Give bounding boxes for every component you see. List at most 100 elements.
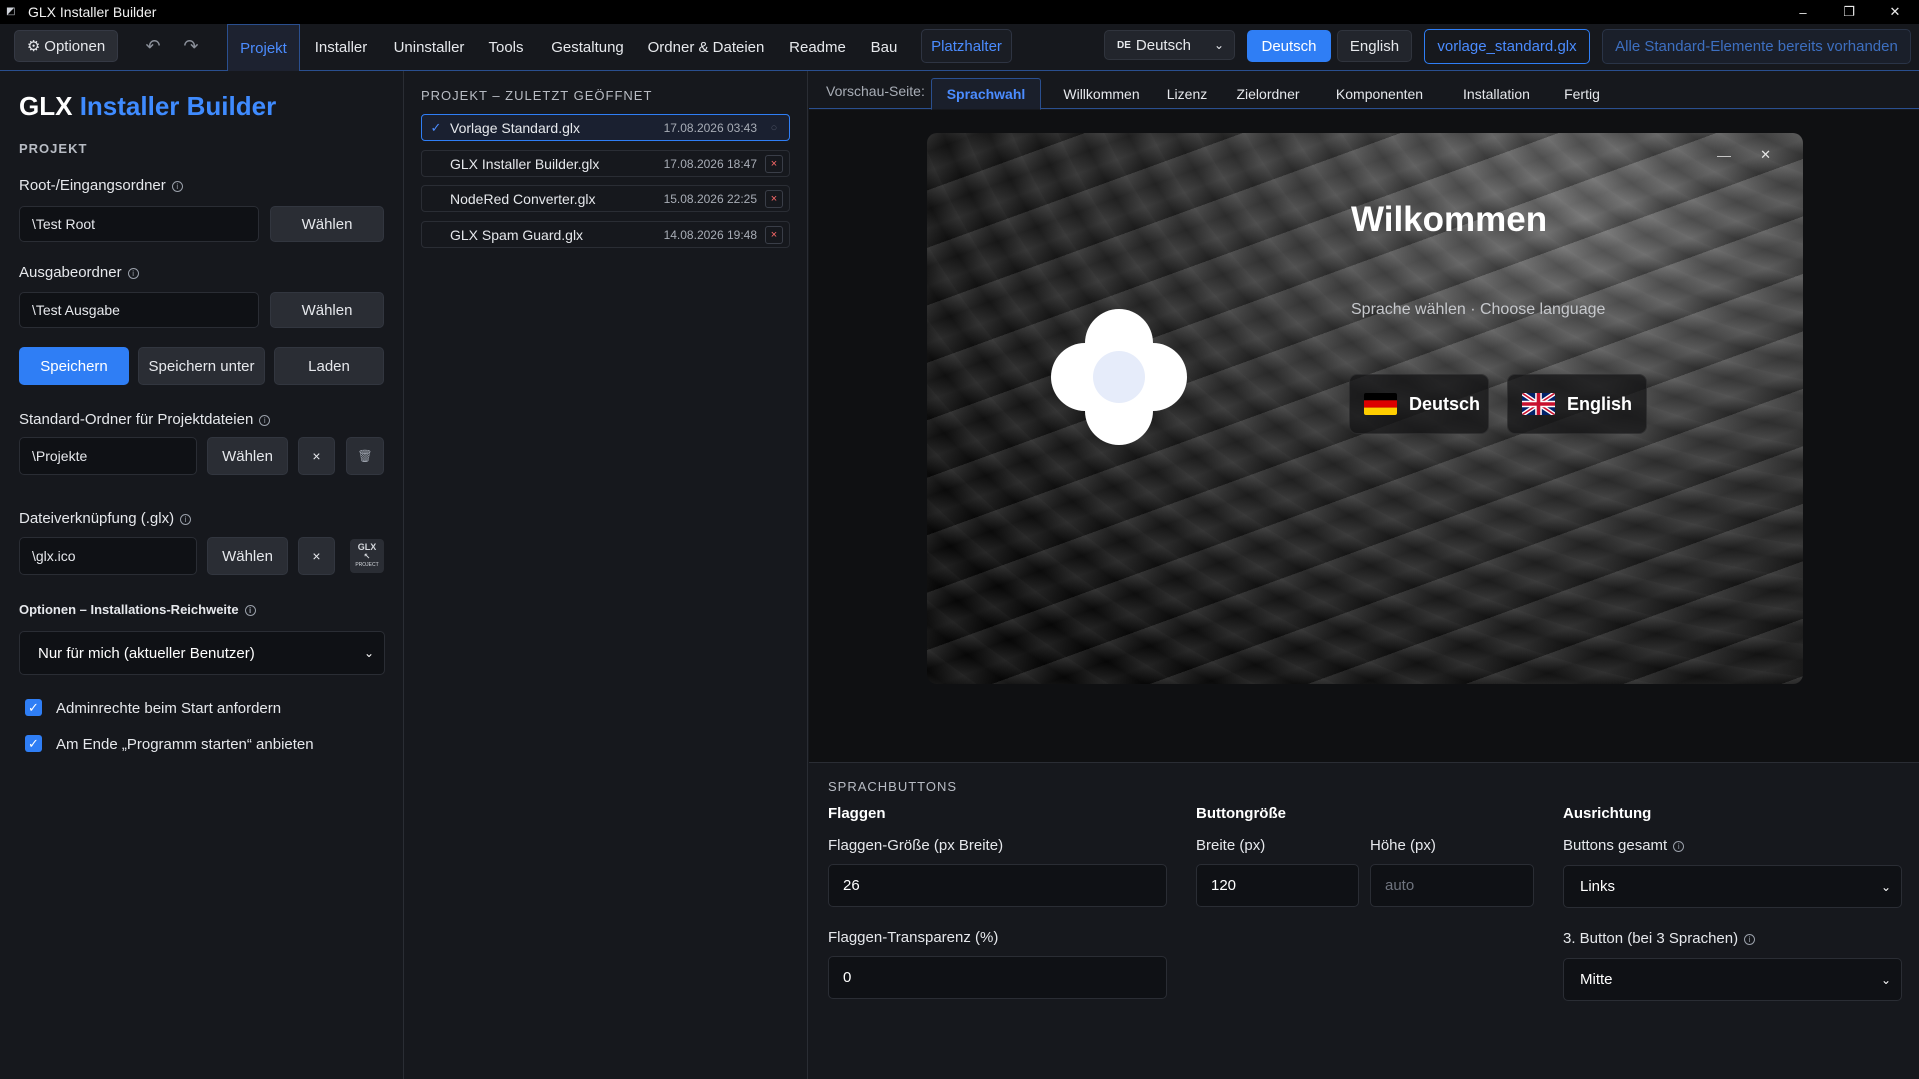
- file-link-label: Dateiverknüpfung (.glx) i: [19, 510, 192, 527]
- tab-installer[interactable]: Installer: [307, 24, 375, 71]
- recent-project-item[interactable]: NodeRed Converter.glx 15.08.2026 22:25 ×: [421, 185, 790, 212]
- third-button-select[interactable]: Mitte ⌄: [1563, 958, 1902, 1001]
- preview-tab-sprachwahl[interactable]: Sprachwahl: [931, 78, 1041, 110]
- install-scope-title: Optionen – Installations-Reichweite i: [19, 602, 256, 617]
- close-icon[interactable]: ✕: [1872, 0, 1918, 24]
- preview-tab-zielordner[interactable]: Zielordner: [1226, 78, 1310, 109]
- tab-uninstaller[interactable]: Uninstaller: [385, 24, 473, 71]
- main-toolbar: ⚙ Optionen ↶ ↷ Projekt Installer Uninsta…: [0, 24, 1919, 72]
- settings-title: SPRACHBUTTONS: [828, 779, 958, 794]
- recent-project-item[interactable]: GLX Spam Guard.glx 14.08.2026 19:48 ×: [421, 221, 790, 248]
- buttons-total-select[interactable]: Links ⌄: [1563, 865, 1902, 908]
- recent-project-item[interactable]: GLX Installer Builder.glx 17.08.2026 18:…: [421, 150, 790, 177]
- preview-tab-installation[interactable]: Installation: [1448, 78, 1545, 109]
- info-icon[interactable]: i: [1744, 933, 1756, 945]
- start-program-label: Am Ende „Programm starten“ anbieten: [56, 736, 314, 753]
- preview-panel: Vorschau-Seite: Sprachwahl Willkommen Li…: [809, 71, 1919, 1079]
- preview-tab-fertig[interactable]: Fertig: [1554, 78, 1610, 109]
- install-scope-value: Nur für mich (aktueller Benutzer): [38, 644, 255, 662]
- root-folder-label: Root-/Eingangsordner i: [19, 177, 183, 194]
- load-button[interactable]: Laden: [274, 347, 384, 385]
- info-icon[interactable]: i: [244, 605, 256, 617]
- redo-icon[interactable]: ↷: [178, 30, 204, 62]
- preview-tab-willkommen[interactable]: Willkommen: [1054, 78, 1149, 109]
- start-program-checkbox[interactable]: ✓: [25, 735, 42, 752]
- preview-english-button[interactable]: English: [1507, 374, 1647, 434]
- root-folder-input[interactable]: \Test Root: [19, 206, 259, 242]
- language-select[interactable]: DE Deutsch ⌄: [1104, 30, 1235, 60]
- tab-projekt[interactable]: Projekt: [227, 24, 300, 72]
- info-icon[interactable]: i: [180, 513, 192, 525]
- tab-gestaltung[interactable]: Gestaltung: [545, 24, 630, 71]
- file-link-clear-button[interactable]: ×: [298, 537, 335, 575]
- brand-accent: Installer Builder: [79, 91, 277, 121]
- english-button[interactable]: English: [1337, 30, 1412, 62]
- height-input[interactable]: auto: [1370, 864, 1534, 907]
- standard-elements-button[interactable]: Alle Standard-Elemente bereits vorhanden: [1602, 29, 1911, 64]
- title-bar: ◩ GLX Installer Builder – ❐ ✕: [0, 0, 1919, 24]
- recent-project-date: 15.08.2026 22:25: [663, 191, 757, 206]
- buttons-total-label: Buttons gesamt i: [1563, 837, 1685, 854]
- preview-tab-lizenz[interactable]: Lizenz: [1160, 78, 1214, 109]
- remove-icon[interactable]: ×: [765, 154, 783, 173]
- glx-file-icon: GLX ↖ PROJECT: [350, 539, 384, 573]
- chevron-down-icon: ⌄: [1880, 879, 1891, 894]
- file-link-choose-button[interactable]: Wählen: [207, 537, 288, 575]
- brand-prefix: GLX: [19, 91, 73, 121]
- undo-icon[interactable]: ↶: [140, 30, 166, 62]
- root-choose-button[interactable]: Wählen: [270, 206, 384, 242]
- std-folder-input[interactable]: \Projekte: [19, 437, 197, 475]
- tab-bau[interactable]: Bau: [864, 24, 904, 71]
- flags-heading: Flaggen: [828, 805, 886, 822]
- admin-rights-checkbox[interactable]: ✓: [25, 699, 42, 716]
- tab-readme[interactable]: Readme: [784, 24, 851, 71]
- recent-project-name: Vorlage Standard.glx: [450, 119, 580, 136]
- width-input[interactable]: 120: [1196, 864, 1359, 907]
- germany-flag-icon: [1364, 393, 1397, 415]
- deutsch-button[interactable]: Deutsch: [1247, 30, 1331, 62]
- flag-opacity-input[interactable]: 0: [828, 956, 1167, 999]
- root-folder-label-text: Root-/Eingangsordner: [19, 177, 166, 194]
- preview-english-label: English: [1567, 393, 1633, 414]
- trash-icon[interactable]: 🗑: [346, 437, 384, 475]
- save-button[interactable]: Speichern: [19, 347, 129, 385]
- preview-deutsch-button[interactable]: Deutsch: [1349, 374, 1489, 434]
- welcome-heading: Wilkommen: [1351, 200, 1548, 239]
- language-buttons-settings: SPRACHBUTTONS Flaggen Flaggen-Größe (px …: [809, 762, 1919, 1079]
- options-button[interactable]: ⚙ Optionen: [14, 30, 118, 62]
- info-icon[interactable]: i: [259, 414, 271, 426]
- maximize-icon[interactable]: ❐: [1826, 0, 1872, 24]
- output-folder-input[interactable]: \Test Ausgabe: [19, 292, 259, 328]
- recent-project-item[interactable]: ✓ Vorlage Standard.glx 17.08.2026 03:43 …: [421, 114, 790, 141]
- info-icon[interactable]: i: [127, 267, 139, 279]
- std-folder-label: Standard-Ordner für Projektdateien i: [19, 411, 271, 428]
- alignment-heading: Ausrichtung: [1563, 805, 1652, 822]
- minimize-icon[interactable]: –: [1780, 0, 1826, 24]
- tab-tools[interactable]: Tools: [481, 24, 531, 71]
- third-button-label: 3. Button (bei 3 Sprachen) i: [1563, 930, 1756, 947]
- remove-icon[interactable]: ×: [765, 225, 783, 244]
- template-file-button[interactable]: vorlage_standard.glx: [1424, 29, 1590, 64]
- std-folder-clear-button[interactable]: ×: [298, 437, 335, 475]
- third-button-value: Mitte: [1580, 971, 1613, 988]
- file-link-input[interactable]: \glx.ico: [19, 537, 197, 575]
- options-label: Optionen: [44, 37, 106, 55]
- std-folder-choose-button[interactable]: Wählen: [207, 437, 288, 475]
- chevron-down-icon: ⌄: [1213, 38, 1224, 52]
- width-label: Breite (px): [1196, 837, 1266, 854]
- recent-project-date: 14.08.2026 19:48: [663, 227, 757, 242]
- tab-ordner-dateien[interactable]: Ordner & Dateien: [643, 24, 769, 71]
- info-icon[interactable]: i: [171, 180, 183, 192]
- minimize-icon[interactable]: —: [1717, 147, 1731, 163]
- output-choose-button[interactable]: Wählen: [270, 292, 384, 328]
- install-scope-select[interactable]: Nur für mich (aktueller Benutzer) ⌄: [19, 631, 385, 675]
- info-icon[interactable]: i: [1673, 840, 1685, 852]
- preview-tab-komponenten[interactable]: Komponenten: [1322, 78, 1437, 109]
- remove-icon[interactable]: ×: [765, 189, 783, 208]
- close-icon[interactable]: ✕: [1760, 147, 1771, 163]
- recent-project-name: NodeRed Converter.glx: [450, 190, 596, 207]
- recent-project-date: 17.08.2026 18:47: [663, 156, 757, 171]
- flag-size-input[interactable]: 26: [828, 864, 1167, 907]
- save-as-button[interactable]: Speichern unter: [138, 347, 265, 385]
- placeholder-button[interactable]: Platzhalter: [921, 29, 1012, 63]
